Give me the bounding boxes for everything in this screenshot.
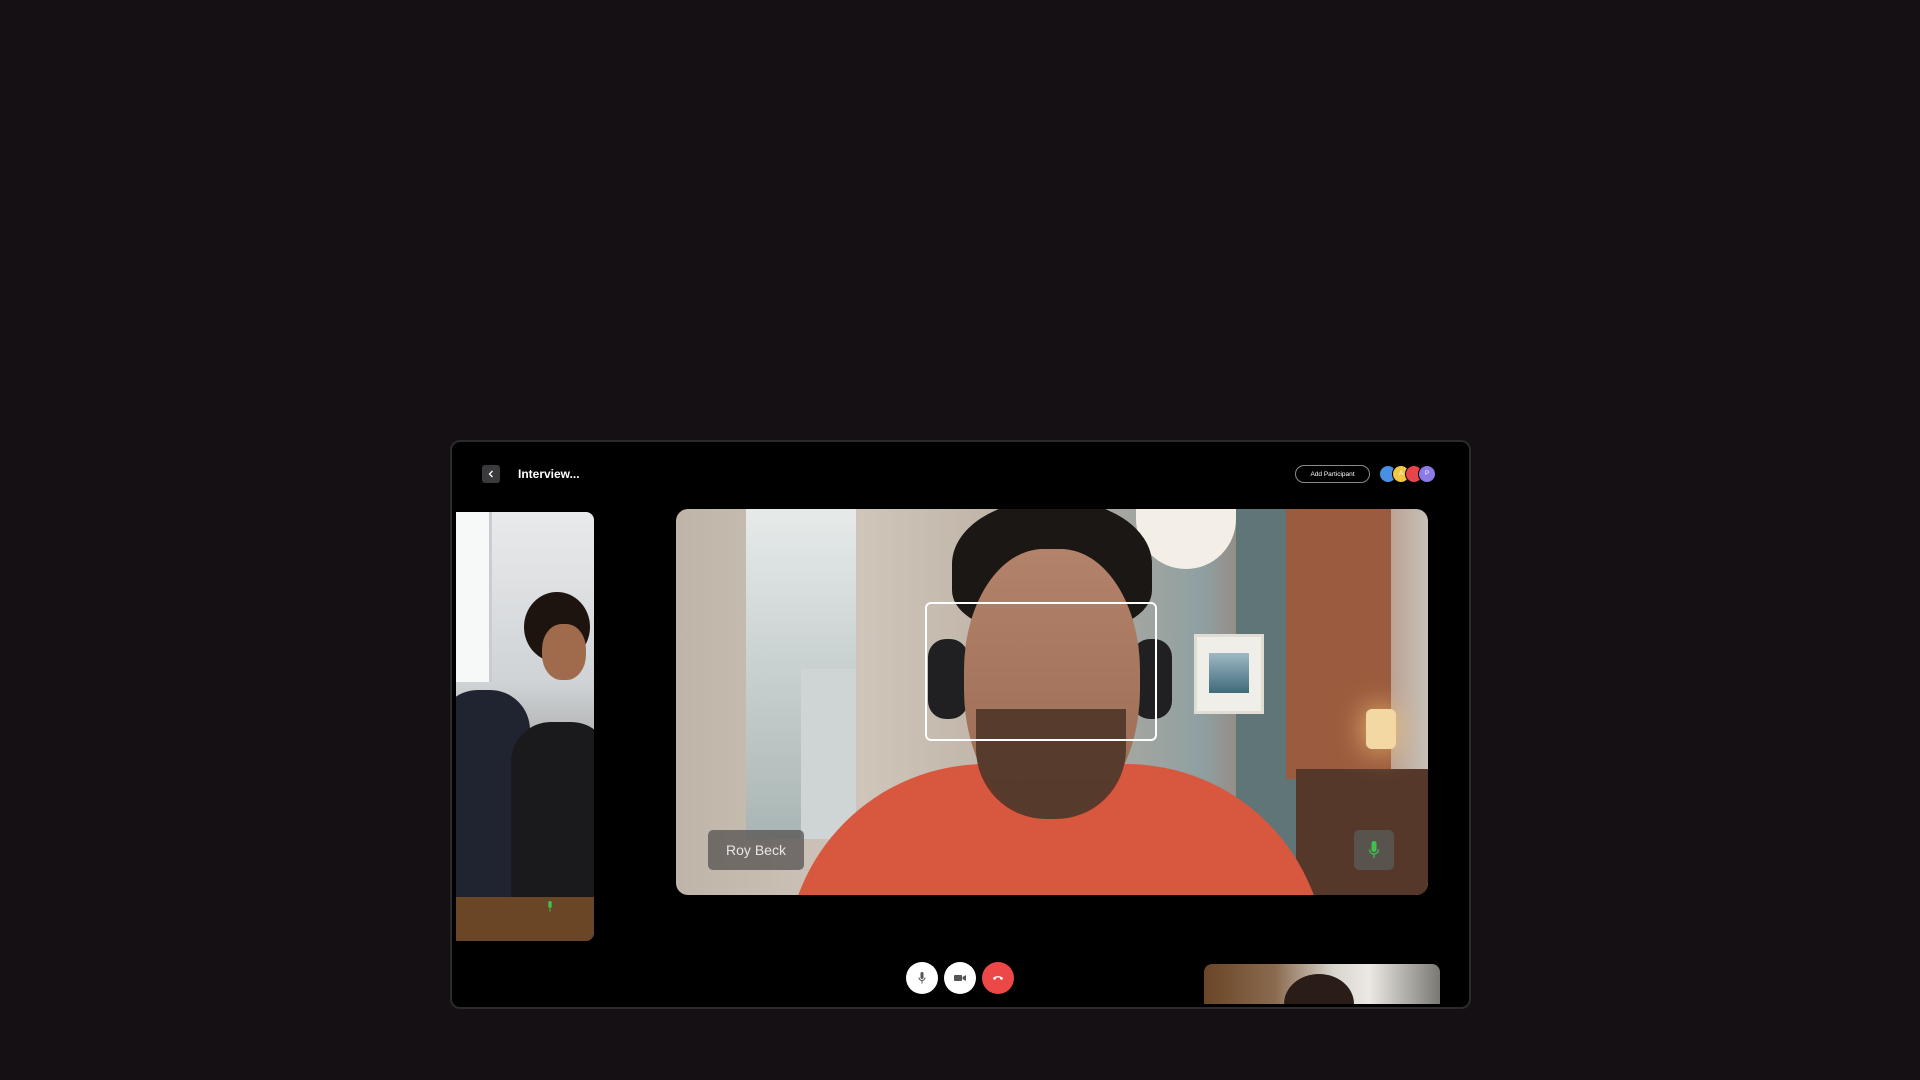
- mic-toggle-button[interactable]: [906, 962, 938, 994]
- microphone-icon: [548, 900, 552, 911]
- video-background: [1194, 634, 1264, 714]
- participant-avatars[interactable]: A P: [1379, 465, 1449, 483]
- microphone-icon: [1368, 841, 1380, 858]
- phone-hangup-icon: [993, 976, 1003, 980]
- avatar[interactable]: P: [1418, 465, 1436, 483]
- video-camera-icon: [954, 975, 966, 981]
- participant-name-tag: Roy Beck: [708, 830, 804, 870]
- self-view-thumbnail[interactable]: [1204, 964, 1440, 1004]
- main-participant-video[interactable]: Roy Beck: [676, 509, 1428, 895]
- side-participant-video[interactable]: [456, 512, 594, 941]
- call-title: Interview...: [518, 467, 580, 481]
- call-controls: [906, 962, 1016, 994]
- video-background: [1366, 709, 1396, 749]
- side-mic-indicator: [541, 897, 559, 915]
- hangup-button[interactable]: [982, 962, 1014, 994]
- chevron-left-icon: [488, 470, 493, 478]
- video-person: [511, 722, 594, 902]
- camera-toggle-button[interactable]: [944, 962, 976, 994]
- face-detection-box: [925, 602, 1157, 741]
- video-call-window: Interview... Add Participant A P Roy Bec…: [450, 440, 1471, 1009]
- add-participant-button[interactable]: Add Participant: [1295, 465, 1370, 483]
- microphone-icon: [918, 972, 926, 984]
- video-background: [456, 897, 594, 941]
- video-background: [456, 512, 492, 682]
- video-background: [801, 669, 856, 839]
- video-person: [542, 624, 586, 680]
- main-mic-indicator: [1354, 830, 1394, 870]
- video-person: [1284, 974, 1354, 1004]
- back-button[interactable]: [482, 465, 500, 483]
